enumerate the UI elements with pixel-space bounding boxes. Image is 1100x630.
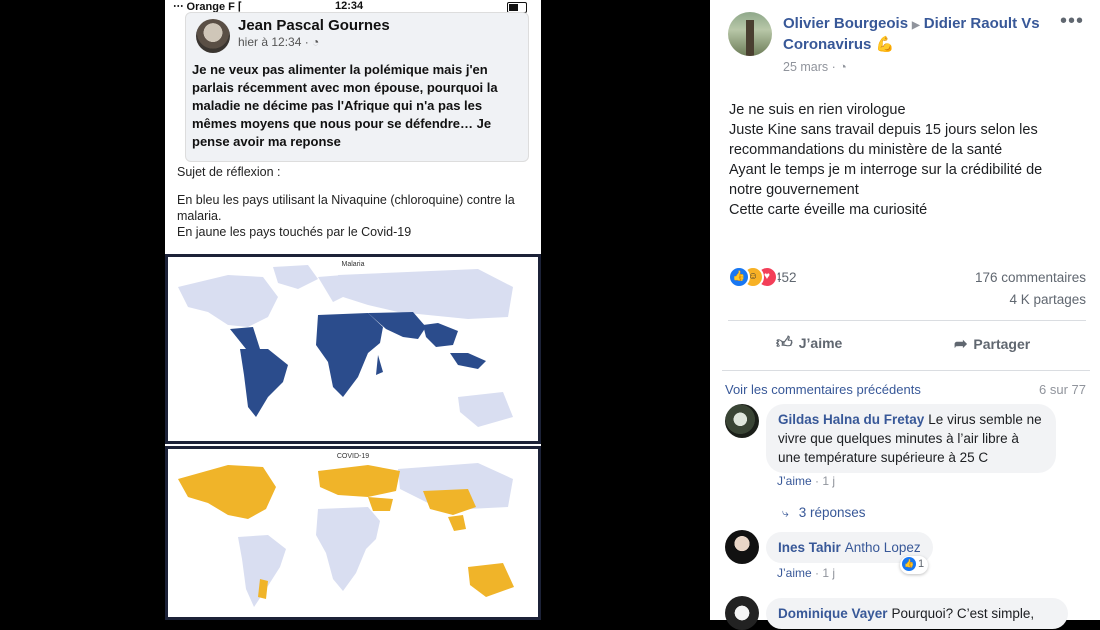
divider <box>728 320 1086 321</box>
post-photo[interactable]: ‧‧‧ Orange F ⌈ 12:34 Jean Pascal Gournes… <box>165 0 541 620</box>
post-date[interactable]: 25 mars · ◔ <box>783 60 847 74</box>
comment-actions: J’aime · 1 j <box>777 566 836 580</box>
malaria-map: Malaria <box>165 254 541 444</box>
comment-like-link[interactable]: J’aime <box>777 566 812 580</box>
comment-author-link[interactable]: Ines Tahir <box>778 540 841 555</box>
comment-reaction-badge[interactable]: 👍 1 <box>900 556 929 574</box>
comment-actions: J’aime · 1 j <box>777 474 836 488</box>
comments-count-link[interactable]: 176 commentaires <box>975 270 1086 285</box>
covid-map-title: COVID-19 <box>336 453 370 460</box>
malaria-map-title: Malaria <box>341 261 365 268</box>
covid-map: COVID-19 <box>165 446 541 620</box>
post-text-line: Je ne suis en rien virologue <box>729 102 906 118</box>
like-button-label: J’aime <box>798 335 843 351</box>
view-replies-link[interactable]: ⤷ 3 réponses <box>782 505 866 521</box>
post-image-area: ‧‧‧ Orange F ⌈ 12:34 Jean Pascal Gournes… <box>0 0 710 620</box>
like-button[interactable]: 👍︎ J’aime <box>776 334 842 353</box>
malaria-world-map <box>178 265 513 427</box>
embedded-author-name: Jean Pascal Gournes <box>238 17 390 34</box>
embedded-author-avatar <box>196 19 230 53</box>
embedded-post-meta: hier à 12:34 · ◔ <box>238 35 320 49</box>
note-line-blue: En bleu les pays utilisant la Nivaquine … <box>177 193 515 223</box>
comment-time[interactable]: 1 j <box>822 474 835 488</box>
post-text: Je ne suis en rien virologue Juste Kine … <box>729 100 1079 220</box>
share-arrow-icon: ➦ <box>954 336 968 353</box>
divider <box>722 370 1090 371</box>
share-button[interactable]: ➦ Partager <box>954 334 1030 354</box>
author-avatar[interactable] <box>728 12 772 56</box>
post-header: Olivier Bourgeois ▶ Didier Raoult Vs Coron… <box>783 14 1063 54</box>
clock-label: 12:34 <box>335 0 364 12</box>
share-button-label: Partager <box>973 336 1031 352</box>
thumbs-up-icon: 👍︎ <box>776 335 793 352</box>
shares-count-link[interactable]: 4 K partages <box>1009 292 1086 307</box>
covid-world-map <box>178 463 514 607</box>
like-reaction-icon: 👍 <box>902 557 916 571</box>
post-text-line: Juste Kine sans travail depuis 15 jours … <box>729 122 1038 158</box>
comment-reaction-count: 1 <box>918 557 925 570</box>
note-title: Sujet de réflexion : <box>177 165 281 179</box>
tagged-user-link[interactable]: Antho Lopez <box>845 540 921 555</box>
like-reaction-icon: 👍 <box>728 266 750 288</box>
author-name-link[interactable]: Olivier Bourgeois <box>783 15 908 32</box>
embedded-post-text: Je ne veux pas alimenter la polémique ma… <box>192 62 498 149</box>
comment-bubble: Dominique Vayer Pourquoi? C’est simple, <box>766 598 1068 629</box>
comment-author-link[interactable]: Dominique Vayer <box>778 606 888 621</box>
arrow-right-icon: ▶ <box>912 20 920 31</box>
commenter-avatar[interactable] <box>725 596 759 630</box>
replies-label: 3 réponses <box>798 505 866 520</box>
note-line-yellow: En jaune les pays touchés par le Covid-1… <box>177 225 412 239</box>
comment-text: Pourquoi? C’est simple, <box>891 606 1035 621</box>
post-text-line: Ayant le temps je m interroge sur la cré… <box>729 162 1043 198</box>
more-options-button[interactable]: ••• <box>1060 10 1084 33</box>
commenter-avatar[interactable] <box>725 530 759 564</box>
comment-bubble: Gildas Halna du Fretay Le virus semble ne… <box>766 404 1056 473</box>
commenter-avatar[interactable] <box>725 404 759 438</box>
embedded-post: Jean Pascal Gournes hier à 12:34 · ◔ Je … <box>185 12 529 162</box>
reply-arrow-icon: ⤷ <box>782 506 789 520</box>
post-details-panel: Olivier Bourgeois ▶ Didier Raoult Vs Coron… <box>710 0 1100 630</box>
note-text: Sujet de réflexion : En bleu les pays ut… <box>177 164 533 252</box>
comment-time[interactable]: 1 j <box>822 566 835 580</box>
post-text-line: Cette carte éveille ma curiosité <box>729 202 928 218</box>
comment-author-link[interactable]: Gildas Halna du Fretay <box>778 412 924 427</box>
view-previous-comments-link[interactable]: Voir les commentaires précédents <box>725 382 921 397</box>
comment-range-label: 6 sur 77 <box>1039 382 1086 397</box>
comment-like-link[interactable]: J’aime <box>777 474 812 488</box>
